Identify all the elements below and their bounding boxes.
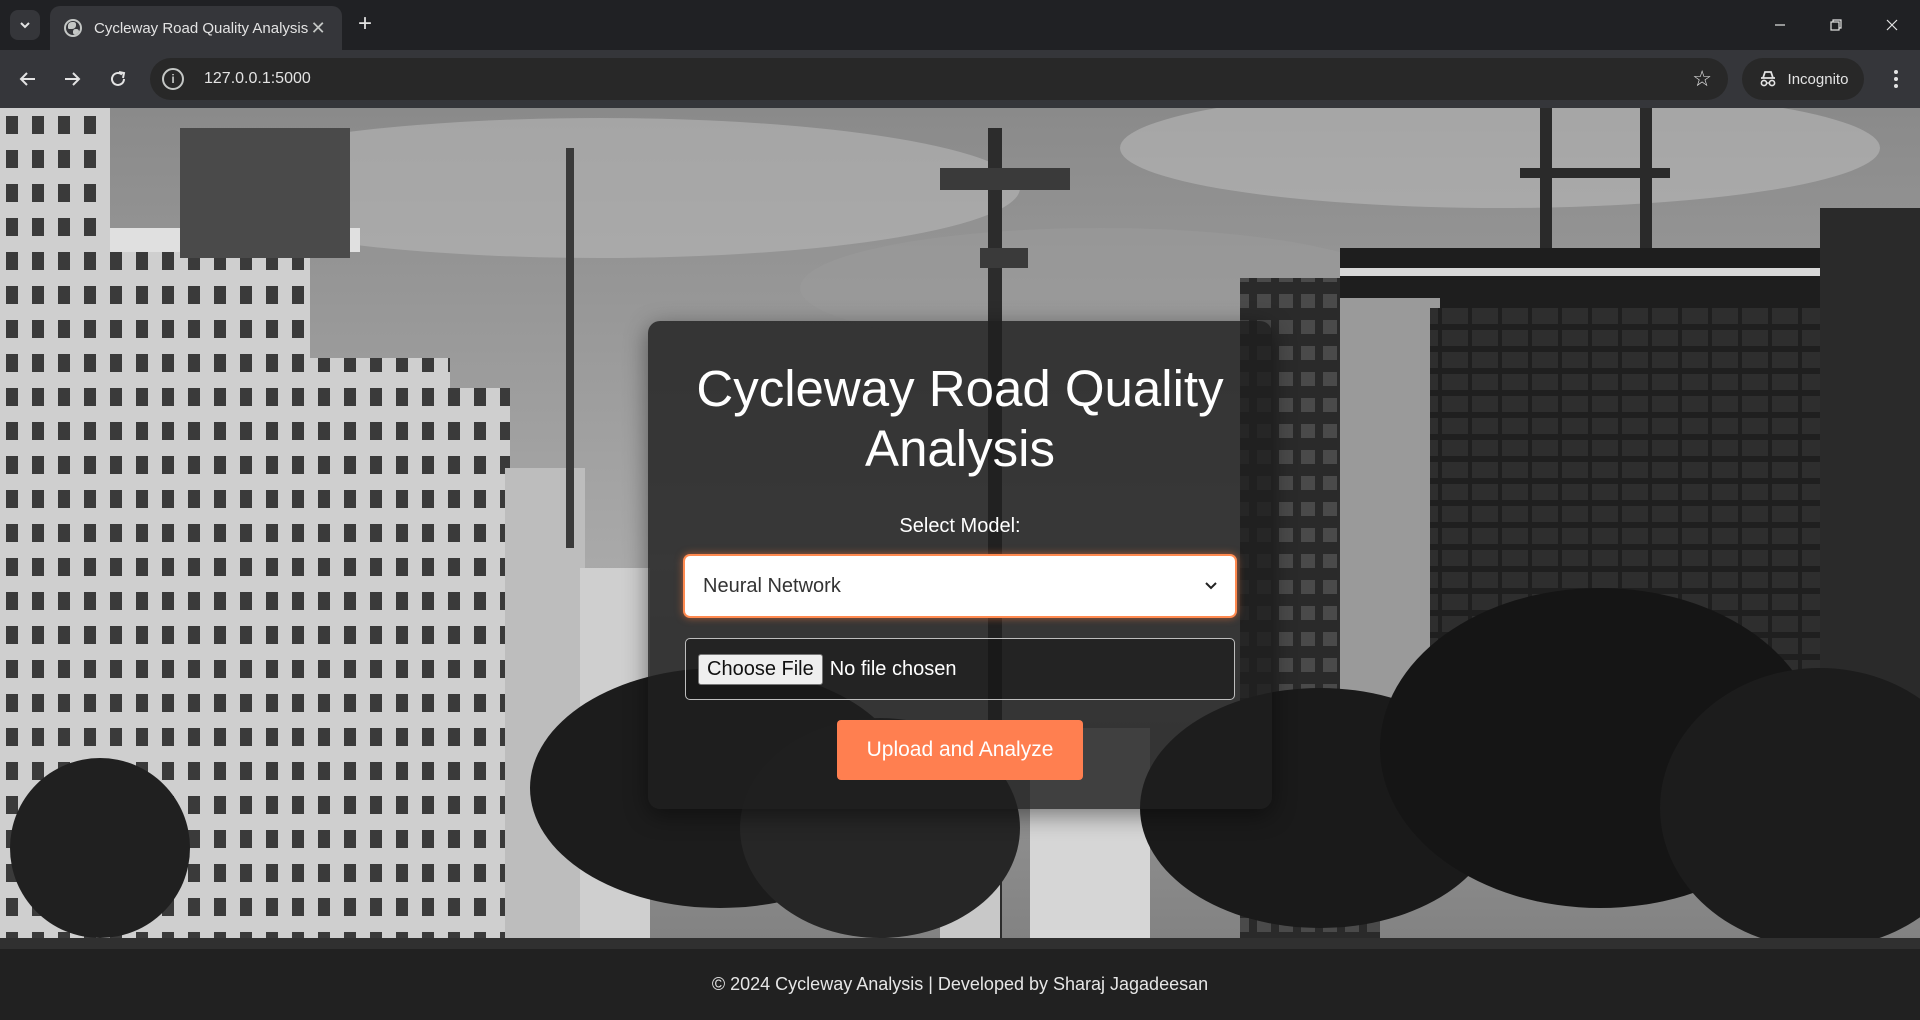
model-select-label: Select Model: (899, 515, 1021, 537)
minimize-icon[interactable] (1752, 0, 1808, 50)
active-tab[interactable]: Cycleway Road Quality Analysis ✕ (50, 6, 342, 50)
choose-file-button[interactable]: Choose File (698, 653, 823, 685)
incognito-badge[interactable]: Incognito (1742, 58, 1864, 100)
back-arrow-icon[interactable] (12, 63, 44, 95)
restore-icon[interactable] (1808, 0, 1864, 50)
tab-strip: Cycleway Road Quality Analysis ✕ + (0, 0, 1920, 50)
window-close-icon[interactable] (1864, 0, 1920, 50)
kebab-menu-icon[interactable] (1880, 63, 1912, 95)
window-controls (1752, 0, 1920, 50)
analysis-form-card: Cycleway Road Quality Analysis Select Mo… (648, 321, 1272, 809)
forward-arrow-icon[interactable] (56, 63, 88, 95)
url-text[interactable]: 127.0.0.1:5000 (204, 70, 1692, 88)
reload-icon[interactable] (102, 63, 134, 95)
plus-icon[interactable]: + (352, 12, 378, 38)
incognito-label: Incognito (1787, 70, 1849, 88)
page-footer: © 2024 Cycleway Analysis | Developed by … (0, 949, 1920, 1020)
tab-search-icon (20, 22, 30, 29)
address-bar[interactable]: i 127.0.0.1:5000 ☆ (150, 58, 1728, 100)
tab-search-button[interactable] (10, 10, 40, 40)
site-info-icon[interactable]: i (162, 68, 184, 90)
chevron-down-icon (1205, 582, 1217, 590)
file-input[interactable]: Choose File No file chosen (685, 638, 1235, 700)
bookmark-star-icon[interactable]: ☆ (1692, 66, 1712, 92)
incognito-icon (1760, 71, 1775, 87)
footer-text: © 2024 Cycleway Analysis | Developed by … (711, 974, 1209, 994)
upload-and-analyze-button[interactable]: Upload and Analyze (837, 720, 1083, 780)
page-title: Cycleway Road Quality Analysis (696, 360, 1224, 477)
file-status-text: No file chosen (829, 657, 957, 680)
close-icon[interactable]: ✕ (308, 18, 328, 39)
page-viewport: Cycleway Road Quality Analysis Select Mo… (0, 108, 1920, 1020)
model-select[interactable]: Neural Network (685, 556, 1235, 616)
globe-favicon-icon (64, 19, 82, 37)
tab-title: Cycleway Road Quality Analysis (94, 19, 309, 37)
browser-toolbar: i 127.0.0.1:5000 ☆ Incognito (0, 50, 1920, 108)
model-select-value: Neural Network (703, 574, 841, 597)
